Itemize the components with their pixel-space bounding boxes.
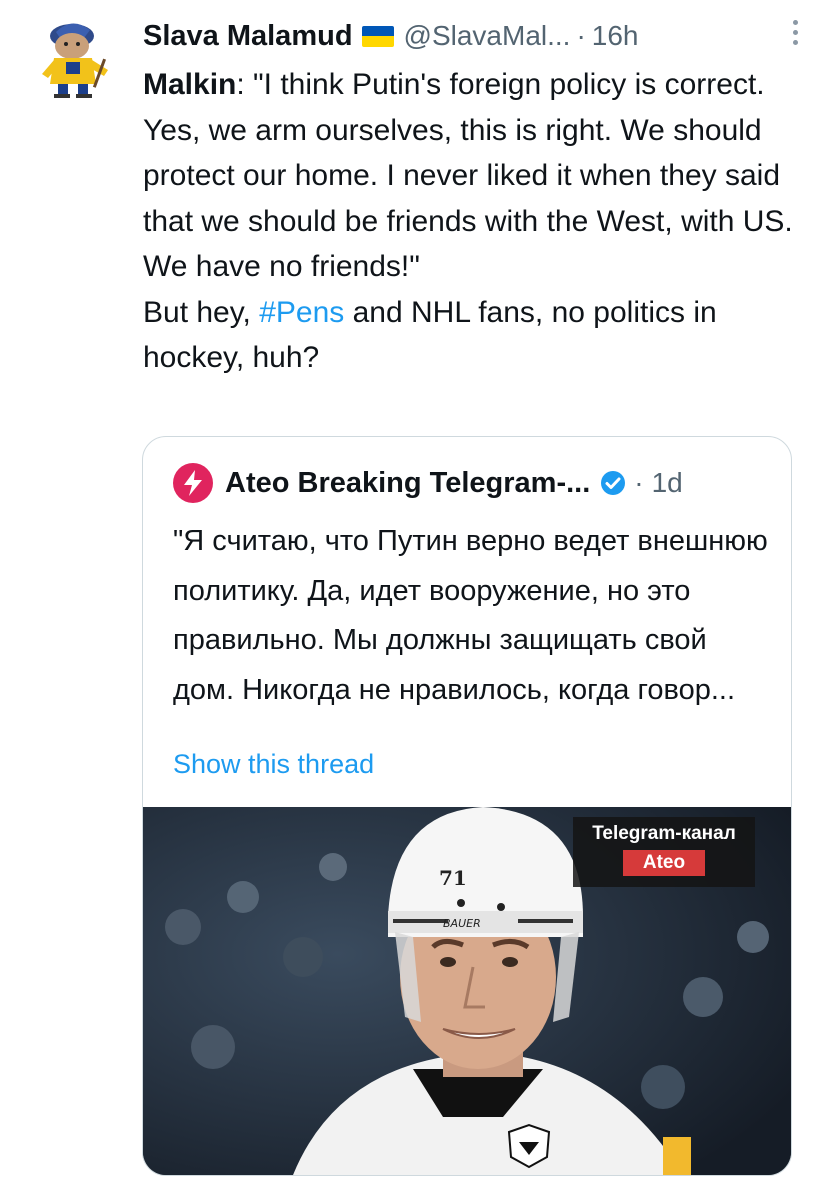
more-options-icon[interactable]: [790, 20, 800, 45]
quoted-tweet-header: Ateo Breaking Telegram-... · 1d: [173, 459, 683, 507]
hashtag-link[interactable]: #Pens: [259, 296, 344, 329]
speaker-name: Malkin: [143, 68, 237, 101]
verified-badge-icon: [600, 470, 626, 496]
watermark-line1: Telegram-канал: [592, 823, 736, 844]
quoted-tweet-time[interactable]: 1d: [652, 467, 683, 499]
quoted-tweet-card[interactable]: Ateo Breaking Telegram-... · 1d "Я счита…: [142, 436, 792, 1176]
quote-text: : "I think Putin's foreign policy is cor…: [143, 68, 793, 283]
separator-dot: ·: [576, 20, 586, 51]
author-handle[interactable]: @SlavaMal...: [404, 20, 571, 52]
helmet-brand: BAUER: [443, 917, 481, 930]
tweet-header: Slava Malamud @SlavaMal... · 16h: [143, 14, 783, 58]
quoted-tweet-text: "Я считаю, что Путин верно ведет внешнюю…: [173, 525, 768, 706]
comment-text-start: But hey,: [143, 295, 260, 329]
author-name[interactable]: Slava Malamud: [143, 20, 353, 53]
tweet-text: Malkin: "I think Putin's foreign policy …: [143, 62, 803, 381]
watermark-line2: Ateo: [622, 850, 706, 876]
quoted-separator: ·: [634, 467, 644, 498]
tweet-time[interactable]: 16h: [592, 20, 639, 52]
tweet[interactable]: Slava Malamud @SlavaMal... · 16h Malkin:…: [0, 0, 818, 1200]
quoted-author-name[interactable]: Ateo Breaking Telegram-...: [225, 467, 590, 500]
ukraine-flag-icon: [361, 25, 394, 47]
quoted-tweet-image[interactable]: 71 BAUER Telegram-канал Ateo: [143, 807, 791, 1175]
author-avatar[interactable]: [36, 18, 114, 100]
helmet-number: 71: [439, 866, 467, 890]
telegram-watermark: Telegram-канал Ateo: [573, 817, 755, 887]
lightning-icon[interactable]: [173, 463, 213, 503]
show-thread-link[interactable]: Show this thread: [173, 749, 374, 780]
